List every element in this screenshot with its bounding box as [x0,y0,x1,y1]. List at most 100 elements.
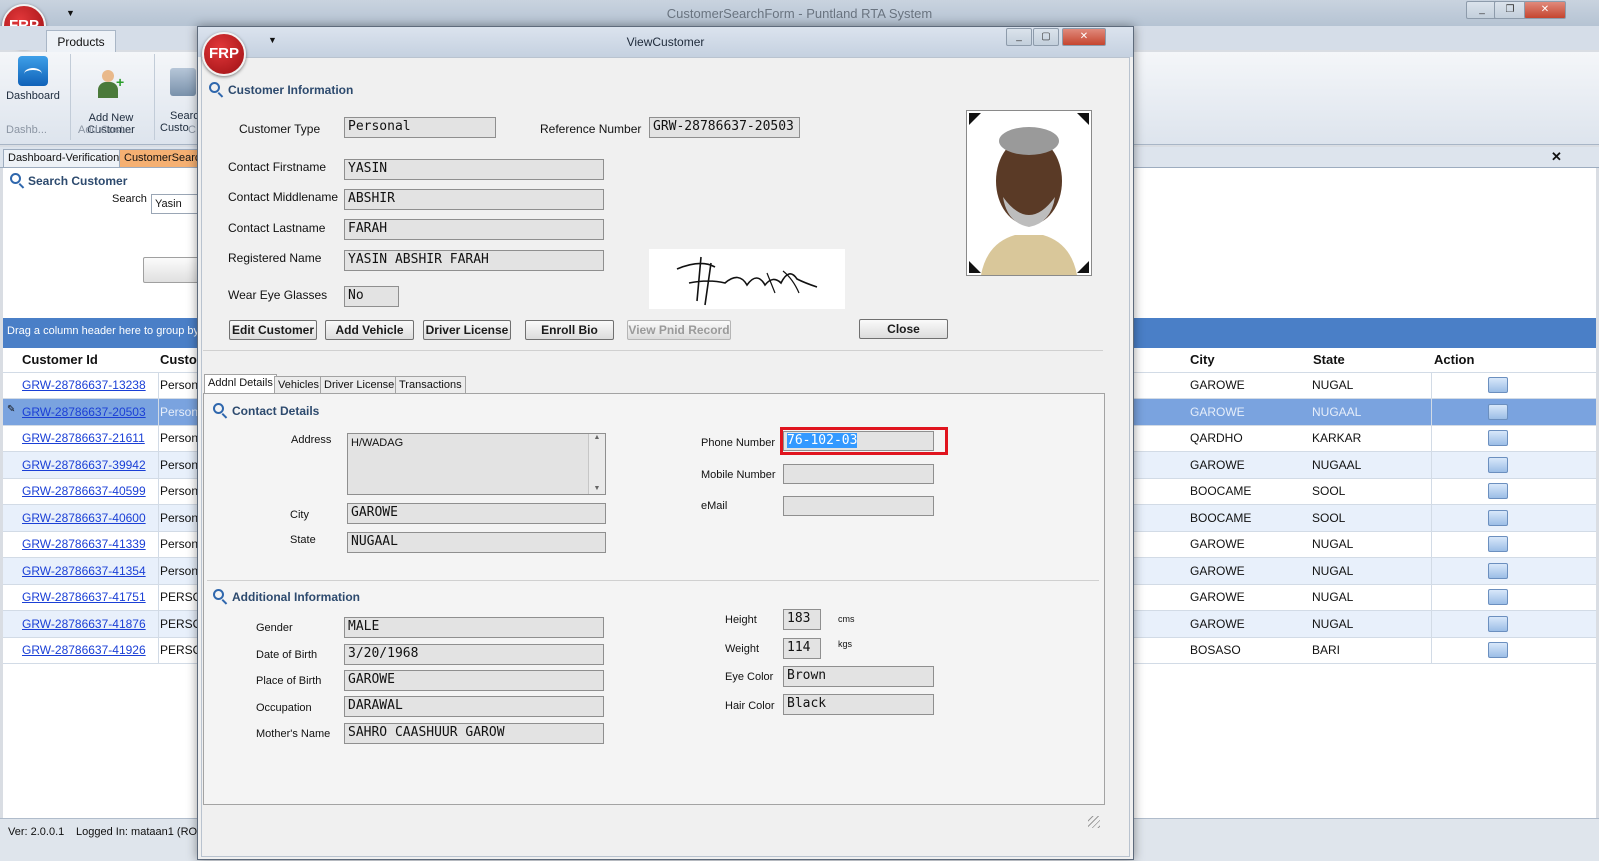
address-scrollbar[interactable]: ▲ ▼ [588,434,605,494]
customer-id-link[interactable]: GRW-28786637-41926 [22,643,146,657]
enroll-bio-button[interactable]: Enroll Bio [525,320,614,340]
state-cell: SOOL [1312,484,1346,498]
lastname-label: Contact Lastname [228,221,326,235]
view-card-icon[interactable] [1488,430,1508,446]
column-separator [1431,425,1432,451]
customer-id-link[interactable]: GRW-28786637-41876 [22,617,146,631]
tab-addnl-details[interactable]: Addnl Details [204,374,277,394]
tab-transactions[interactable]: Transactions [395,376,466,394]
view-card-icon[interactable] [1488,642,1508,658]
state-field[interactable]: NUGAAL [347,532,606,553]
column-separator [158,637,159,663]
view-card-icon[interactable] [1488,457,1508,473]
middlename-field[interactable]: ABSHIR [344,189,604,210]
view-card-icon[interactable] [1488,377,1508,393]
weight-field[interactable]: 114 [783,638,821,659]
group-by-hint: Drag a column header here to group by [7,325,200,337]
occupation-field[interactable]: DARAWAL [344,696,604,717]
close-dialog-button[interactable]: Close [859,319,948,339]
column-separator [158,425,159,451]
column-customer-type[interactable]: Custo [160,352,197,367]
eye-glasses-field[interactable]: No [344,286,399,307]
customer-id-link[interactable]: GRW-28786637-40599 [22,484,146,498]
email-label: eMail [701,500,728,512]
pob-field[interactable]: GAROWE [344,670,604,691]
column-action[interactable]: Action [1434,352,1474,367]
customer-type-field[interactable]: Personal [344,117,496,138]
dialog-close-button[interactable]: ✕ [1062,28,1106,46]
close-tab-icon[interactable]: ✕ [1551,149,1562,165]
view-card-icon[interactable] [1488,616,1508,632]
search-customer-icon [170,68,196,96]
edit-customer-button[interactable]: Edit Customer [229,320,317,340]
customer-id-link[interactable]: GRW-28786637-41354 [22,564,146,578]
view-card-icon[interactable] [1488,563,1508,579]
close-button[interactable]: ✕ [1524,1,1566,19]
resize-grip[interactable] [1088,816,1100,828]
view-card-icon[interactable] [1488,510,1508,526]
firstname-field[interactable]: YASIN [344,159,604,180]
search-customer-button[interactable]: Searc Custo [160,56,200,134]
city-field[interactable]: GAROWE [347,503,606,524]
doc-tab-dashboard-verification[interactable]: Dashboard-Verification [3,149,125,168]
height-field[interactable]: 183 [783,609,821,630]
customer-type-cell: Person [160,564,199,578]
city-cell: BOOCAME [1190,511,1252,525]
tab-vehicles[interactable]: Vehicles [274,376,323,394]
eye-color-field[interactable]: Brown [783,666,934,687]
customer-type-cell: PERSO [160,590,203,604]
column-state[interactable]: State [1313,352,1345,367]
edit-row-indicator-icon: ✎ [7,404,16,415]
view-card-icon[interactable] [1488,589,1508,605]
search-panel-title: Search Customer [28,174,128,188]
mobile-number-field[interactable] [783,464,934,484]
view-card-icon[interactable] [1488,536,1508,552]
customer-id-link[interactable]: GRW-28786637-40600 [22,511,146,525]
reference-number-field[interactable]: GRW-28786637-20503 [649,117,800,138]
state-cell: NUGAAL [1312,405,1362,419]
dialog-minimize-button[interactable]: _ [1006,28,1032,46]
customer-id-link[interactable]: GRW-28786637-39942 [22,458,146,472]
column-city[interactable]: City [1190,352,1215,367]
state-cell: NUGAL [1312,564,1354,578]
add-vehicle-button[interactable]: Add Vehicle [325,320,414,340]
hair-color-field[interactable]: Black [783,694,934,715]
driver-license-button[interactable]: Driver License [423,320,511,340]
customer-id-link[interactable]: GRW-28786637-13238 [22,378,146,392]
customer-id-link[interactable]: GRW-28786637-41339 [22,537,146,551]
view-card-icon[interactable] [1488,483,1508,499]
view-pnid-record-button[interactable]: View Pnid Record [627,320,731,340]
phone-number-field[interactable]: 76-102-03 [783,431,934,451]
dob-field[interactable]: 3/20/1968 [344,644,604,665]
customer-id-link[interactable]: GRW-28786637-21611 [22,431,145,445]
weight-unit: kgs [838,639,853,649]
gender-field[interactable]: MALE [344,617,604,638]
state-cell: SOOL [1312,511,1346,525]
mothers-name-field[interactable]: SAHRO CAASHUUR GAROW [344,723,604,744]
hair-color-label: Hair Color [725,700,775,712]
customer-id-link[interactable]: GRW-28786637-20503 [22,405,146,419]
dialog-maximize-button[interactable]: ▢ [1033,28,1059,46]
city-cell: GAROWE [1190,405,1245,419]
maximize-button[interactable]: ❐ [1494,1,1526,19]
email-field[interactable] [783,496,934,516]
tab-driver-license[interactable]: Driver License [320,376,399,394]
customer-id-link[interactable]: GRW-28786637-41751 [22,590,146,604]
dashboard-button[interactable]: Dashboard [2,56,64,102]
search-button[interactable] [143,257,205,283]
lastname-field[interactable]: FARAH [344,219,604,240]
column-separator [158,611,159,637]
registered-name-field[interactable]: YASIN ABSHIR FARAH [344,250,604,271]
view-card-icon[interactable] [1488,404,1508,420]
quick-access-dropdown-icon[interactable]: ▼ [66,8,75,18]
address-field[interactable]: H/WADAG ▲ ▼ [347,433,606,495]
city-cell: GAROWE [1190,590,1245,604]
doc-tab-customer-search[interactable]: CustomerSearc [119,149,209,168]
ribbon-tab-products[interactable]: Products [46,30,116,53]
weight-label: Weight [725,643,760,655]
column-customer-id[interactable]: Customer Id [22,352,98,367]
dialog-dropdown-icon[interactable]: ▼ [268,35,277,45]
city-cell: GAROWE [1190,564,1245,578]
dialog-logo[interactable]: FRP [202,32,246,76]
customer-type-cell: Person [160,484,199,498]
